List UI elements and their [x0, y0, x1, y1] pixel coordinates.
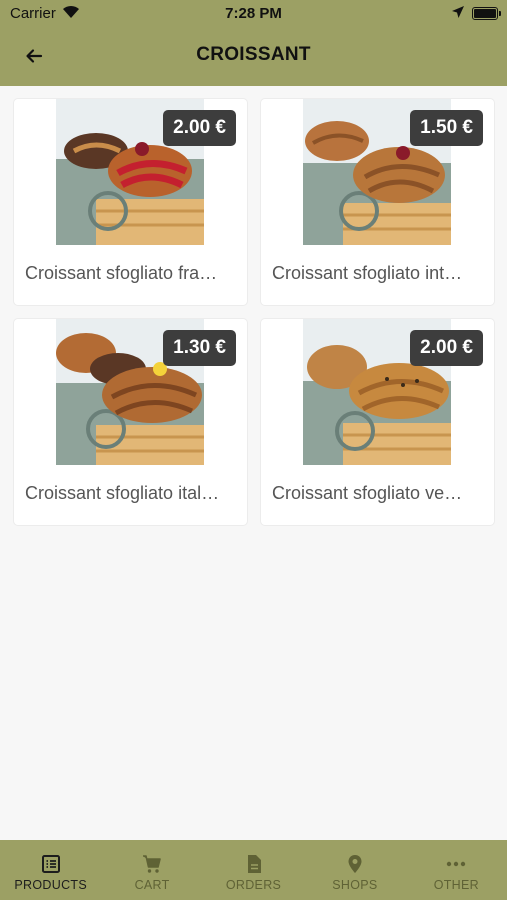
- price-badge: 2.00 €: [163, 110, 236, 146]
- product-card[interactable]: 1.30 € Croissant sfogliato ital…: [14, 319, 247, 525]
- page-title: CROISSANT: [196, 44, 311, 65]
- tab-products[interactable]: PRODUCTS: [0, 840, 101, 900]
- price-badge: 2.00 €: [410, 330, 483, 366]
- product-card[interactable]: 2.00 € Croissant sfogliato ve…: [261, 319, 494, 525]
- tab-other[interactable]: OTHER: [406, 840, 507, 900]
- tab-label: ORDERS: [225, 878, 282, 892]
- product-name: Croissant sfogliato int…: [272, 263, 463, 283]
- tab-orders[interactable]: ORDERS: [203, 840, 304, 900]
- tab-shops[interactable]: SHOPS: [304, 840, 405, 900]
- tab-label: PRODUCTS: [14, 878, 87, 892]
- product-card[interactable]: 2.00 € Croissant sfogliato fra…: [14, 99, 247, 305]
- more-dots-icon: [447, 861, 466, 867]
- location-arrow-icon: [451, 5, 465, 23]
- top-app-bar: Carrier 7:28 PM CROISSANT: [0, 0, 507, 86]
- product-card[interactable]: 1.50 € Croissant sfogliato int…: [261, 99, 494, 305]
- status-time: 7:28 PM: [225, 5, 282, 22]
- price-badge: 1.50 €: [410, 110, 483, 146]
- document-icon: [247, 855, 261, 873]
- product-name: Croissant sfogliato ve…: [272, 483, 463, 503]
- tab-label: CART: [134, 878, 170, 892]
- tab-label: SHOPS: [332, 878, 378, 892]
- bottom-tab-bar: PRODUCTS CART ORDERS SHOPS OTHER: [0, 840, 507, 900]
- cart-icon: [143, 855, 161, 873]
- list-icon: [41, 855, 60, 873]
- price-badge: 1.30 €: [163, 330, 236, 366]
- location-pin-icon: [348, 855, 362, 873]
- tab-cart[interactable]: CART: [101, 840, 202, 900]
- battery-icon: [472, 7, 501, 20]
- status-bar: Carrier 7:28 PM: [0, 0, 507, 28]
- tab-label: OTHER: [433, 878, 479, 892]
- product-name: Croissant sfogliato fra…: [25, 263, 218, 283]
- product-name: Croissant sfogliato ital…: [25, 483, 220, 503]
